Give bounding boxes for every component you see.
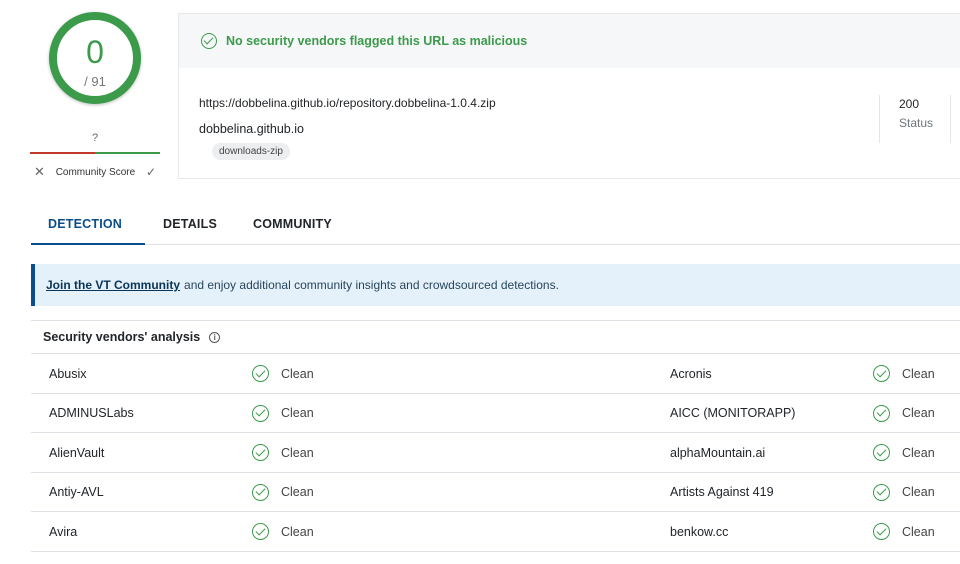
vendors-table-header: Security vendors' analysis i bbox=[31, 321, 960, 354]
vendor-name: alphaMountain.ai bbox=[670, 445, 766, 460]
result-text: Clean bbox=[281, 524, 314, 539]
vendor-name: Abusix bbox=[49, 366, 87, 381]
scanned-url: https://dobbelina.github.io/repository.d… bbox=[199, 96, 496, 110]
result-banner: No security vendors flagged this URL as … bbox=[179, 14, 960, 68]
result-text: Clean bbox=[902, 445, 935, 460]
vendor-result: Clean bbox=[252, 394, 314, 433]
community-score-label: Community Score bbox=[55, 166, 136, 178]
vendor-name: ADMINUSLabs bbox=[49, 406, 134, 421]
result-text: Clean bbox=[281, 406, 314, 421]
vendor-name: Antiy-AVL bbox=[49, 485, 104, 500]
vendor-name: Artists Against 419 bbox=[670, 485, 774, 500]
check-circle-icon bbox=[873, 523, 890, 541]
check-circle-icon bbox=[873, 483, 890, 501]
detection-total: / 91 bbox=[84, 74, 106, 89]
vendor-result: Clean bbox=[252, 512, 314, 551]
table-row: Avira Clean benkow.cc Clean bbox=[31, 512, 960, 552]
check-circle-icon bbox=[201, 33, 217, 49]
check-circle-icon bbox=[252, 365, 269, 382]
detection-count: 0 bbox=[86, 34, 104, 70]
check-circle-icon bbox=[873, 404, 890, 422]
vendor-result: Clean bbox=[873, 354, 935, 393]
status-label: Status bbox=[899, 116, 934, 130]
vendor-name: AlienVault bbox=[49, 445, 105, 460]
result-banner-text: No security vendors flagged this URL as … bbox=[226, 34, 528, 48]
result-text: Clean bbox=[902, 406, 935, 421]
check-circle-icon bbox=[873, 365, 890, 382]
tab-details[interactable]: DETAILS bbox=[145, 207, 235, 245]
vendors-table: Security vendors' analysis i Abusix Clea… bbox=[31, 320, 960, 552]
vendor-result: Clean bbox=[873, 433, 935, 472]
tab-bar: DETECTION DETAILS COMMUNITY bbox=[31, 207, 960, 245]
check-circle-icon bbox=[252, 523, 269, 541]
table-row: AlienVault Clean alphaMountain.ai Clean bbox=[31, 433, 960, 473]
community-score-value: ? bbox=[91, 132, 99, 144]
info-icon[interactable]: i bbox=[209, 331, 221, 343]
vendors-title: Security vendors' analysis bbox=[43, 330, 201, 344]
result-text: Clean bbox=[281, 485, 314, 500]
vendor-result: Clean bbox=[873, 394, 935, 433]
vendor-name: benkow.cc bbox=[670, 524, 729, 539]
result-text: Clean bbox=[902, 485, 935, 500]
result-text: Clean bbox=[902, 524, 935, 539]
community-notice-text: and enjoy additional community insights … bbox=[184, 278, 559, 292]
check-icon[interactable]: ✓ bbox=[146, 165, 156, 179]
table-row: Antiy-AVL Clean Artists Against 419 Clea… bbox=[31, 473, 960, 513]
result-text: Clean bbox=[902, 366, 935, 381]
vendor-result: Clean bbox=[252, 354, 314, 393]
tag-badge[interactable]: downloads-zip bbox=[212, 143, 290, 160]
community-score-row: ✕ Community Score ✓ bbox=[30, 164, 160, 180]
table-row: Abusix Clean Acronis Clean bbox=[31, 354, 960, 394]
detection-score-ring: 0 / 91 bbox=[49, 12, 141, 104]
vendor-result: Clean bbox=[873, 473, 935, 512]
vendor-name: Acronis bbox=[670, 366, 712, 381]
result-text: Clean bbox=[281, 366, 314, 381]
vendor-result: Clean bbox=[252, 433, 314, 472]
check-circle-icon bbox=[252, 483, 269, 501]
tab-community[interactable]: COMMUNITY bbox=[235, 207, 350, 245]
community-score-bar bbox=[30, 152, 160, 154]
vendor-result: Clean bbox=[252, 473, 314, 512]
tab-detection[interactable]: DETECTION bbox=[31, 207, 146, 245]
summary-card: No security vendors flagged this URL as … bbox=[178, 13, 960, 179]
result-text: Clean bbox=[281, 445, 314, 460]
close-icon[interactable]: ✕ bbox=[34, 164, 45, 180]
url-domain[interactable]: dobbelina.github.io bbox=[199, 122, 304, 136]
status-box: 200 Status bbox=[879, 95, 951, 143]
vendor-result: Clean bbox=[873, 512, 935, 551]
check-circle-icon bbox=[252, 444, 269, 462]
check-circle-icon bbox=[873, 444, 890, 462]
community-notice: Join the VT Community and enjoy addition… bbox=[31, 264, 960, 306]
vendor-name: AICC (MONITORAPP) bbox=[670, 406, 796, 421]
check-circle-icon bbox=[252, 404, 269, 422]
join-community-link[interactable]: Join the VT Community bbox=[46, 278, 180, 292]
table-row: ADMINUSLabs Clean AICC (MONITORAPP) Clea… bbox=[31, 394, 960, 434]
vendor-name: Avira bbox=[49, 524, 78, 539]
status-code: 200 bbox=[899, 97, 920, 111]
